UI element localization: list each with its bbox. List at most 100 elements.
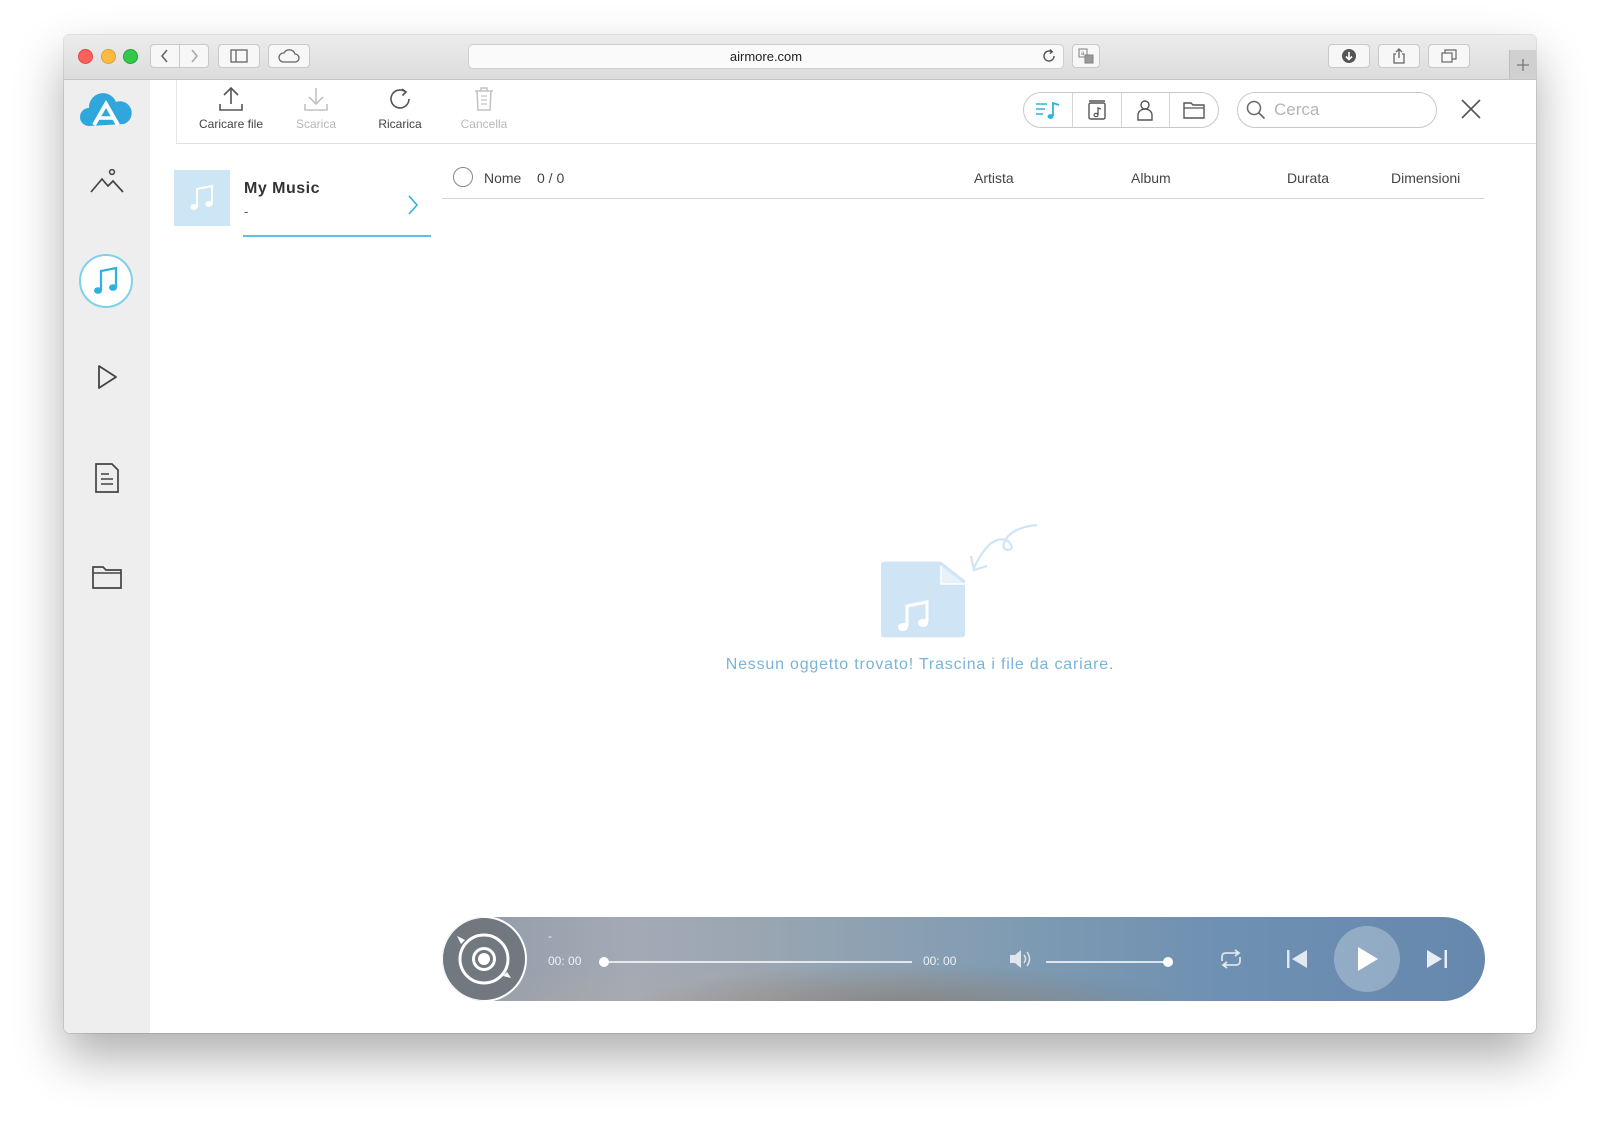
playlist-active-underline <box>243 235 431 237</box>
translate-button[interactable]: a <box>1072 44 1100 68</box>
icloud-tabs-button[interactable] <box>268 44 310 68</box>
column-header-album[interactable]: Album <box>1131 170 1171 186</box>
share-icon <box>1393 48 1405 64</box>
sidebar-item-photos[interactable] <box>86 160 128 202</box>
next-track-button[interactable] <box>1425 948 1449 970</box>
show-tabs-button[interactable] <box>1428 44 1470 68</box>
album-icon <box>1087 100 1106 120</box>
browser-window: airmore.com a Caricare file Scarica Rica… <box>64 35 1536 1033</box>
sidebar-item-videos[interactable] <box>86 356 128 398</box>
downloads-button[interactable] <box>1328 44 1370 68</box>
translate-icon: a <box>1078 48 1094 64</box>
refresh-icon <box>390 88 410 109</box>
reload-page-icon[interactable] <box>1041 48 1057 64</box>
view-mode-switcher <box>1023 92 1219 128</box>
upload-icon <box>219 86 243 111</box>
download-button[interactable]: Scarica <box>271 86 361 131</box>
view-albums-button[interactable] <box>1071 93 1121 127</box>
search-box <box>1237 92 1437 128</box>
chevron-left-icon <box>160 49 168 63</box>
delete-button[interactable]: Cancella <box>439 86 529 131</box>
playlist-subtitle: - <box>244 204 249 219</box>
volume-knob[interactable] <box>1163 957 1173 967</box>
sidebar-item-music[interactable] <box>79 254 133 308</box>
volume-track[interactable] <box>1046 961 1168 963</box>
sidebar-item-documents[interactable] <box>86 457 128 499</box>
play-icon <box>1358 947 1378 971</box>
disc-icon <box>457 933 511 985</box>
minimize-window-button[interactable] <box>101 49 116 64</box>
play-button[interactable] <box>1334 926 1400 992</box>
table-header: Nome 0 / 0 Artista Album Durata Dimensio… <box>442 167 1484 199</box>
progress-knob[interactable] <box>599 957 609 967</box>
column-header-size[interactable]: Dimensioni <box>1391 170 1460 186</box>
upload-file-label: Caricare file <box>198 117 264 131</box>
close-icon[interactable] <box>1460 98 1482 120</box>
previous-track-button[interactable] <box>1285 948 1309 970</box>
play-triangle-icon <box>98 365 117 389</box>
music-note-icon <box>94 266 118 294</box>
app-sidebar <box>64 80 150 1033</box>
music-player: - 00: 00 00: 00 <box>442 917 1485 1001</box>
file-toolbar: Caricare file Scarica Ricarica Cancella <box>176 80 1536 144</box>
folder-icon <box>1183 102 1205 119</box>
volume-icon <box>1010 950 1031 968</box>
download-circle-icon <box>1342 49 1356 63</box>
tabs-overview-icon <box>1441 49 1457 63</box>
trash-icon <box>475 87 493 111</box>
download-icon <box>304 88 328 111</box>
plus-icon <box>1517 58 1529 71</box>
playlist-card[interactable]: My Music - <box>174 170 432 238</box>
selection-count: 0 / 0 <box>537 170 565 186</box>
back-button[interactable] <box>150 44 180 68</box>
reload-button[interactable]: Ricarica <box>355 86 445 131</box>
sidebar-item-files[interactable] <box>86 556 128 598</box>
column-header-name[interactable]: Nome <box>484 170 521 186</box>
song-list-icon <box>1035 101 1060 119</box>
playlist-title: My Music <box>244 180 321 197</box>
browser-titlebar: airmore.com a <box>64 35 1536 80</box>
person-icon <box>1137 100 1154 121</box>
mountain-icon <box>90 168 124 193</box>
folder-icon <box>92 566 122 589</box>
search-input[interactable] <box>1272 99 1426 121</box>
document-icon <box>95 463 119 493</box>
forward-button[interactable] <box>179 44 209 68</box>
skip-previous-icon <box>1287 950 1307 968</box>
view-folders-button[interactable] <box>1169 93 1218 127</box>
empty-state-message: Nessun oggetto trovato! Trascina i file … <box>725 656 1115 673</box>
new-tab-button[interactable] <box>1509 50 1536 79</box>
upload-file-button[interactable]: Caricare file <box>186 86 276 131</box>
address-bar[interactable]: airmore.com <box>468 44 1064 69</box>
column-header-artist[interactable]: Artista <box>974 170 1014 186</box>
reload-label: Ricarica <box>378 117 422 131</box>
sidebar-toggle-button[interactable] <box>218 44 260 68</box>
progress-track[interactable] <box>604 961 912 963</box>
address-bar-text: airmore.com <box>729 49 803 64</box>
close-window-button[interactable] <box>78 49 93 64</box>
search-icon <box>1246 100 1266 120</box>
download-label: Scarica <box>295 117 336 131</box>
svg-text:a: a <box>1081 51 1085 57</box>
repeat-icon <box>1221 949 1241 969</box>
toolbar-divider <box>176 80 177 143</box>
music-note-icon <box>190 184 213 210</box>
column-header-duration[interactable]: Durata <box>1287 170 1329 186</box>
volume-button[interactable] <box>1008 947 1034 971</box>
delete-label: Cancella <box>460 117 508 131</box>
zoom-window-button[interactable] <box>123 49 138 64</box>
album-disc-art <box>442 917 527 1001</box>
cloud-icon <box>278 49 300 63</box>
view-artists-button[interactable] <box>1120 93 1170 127</box>
airmore-logo <box>80 93 132 126</box>
repeat-button[interactable] <box>1218 948 1244 970</box>
empty-music-file-icon <box>881 523 1038 638</box>
chevron-right-icon <box>191 49 199 63</box>
total-time: 00: 00 <box>923 954 957 968</box>
share-button[interactable] <box>1378 44 1420 68</box>
skip-next-icon <box>1427 950 1447 968</box>
view-songs-button[interactable] <box>1024 93 1072 127</box>
playlist-thumbnail <box>174 170 230 226</box>
track-title: - <box>548 929 552 943</box>
select-all-checkbox[interactable] <box>453 167 473 187</box>
